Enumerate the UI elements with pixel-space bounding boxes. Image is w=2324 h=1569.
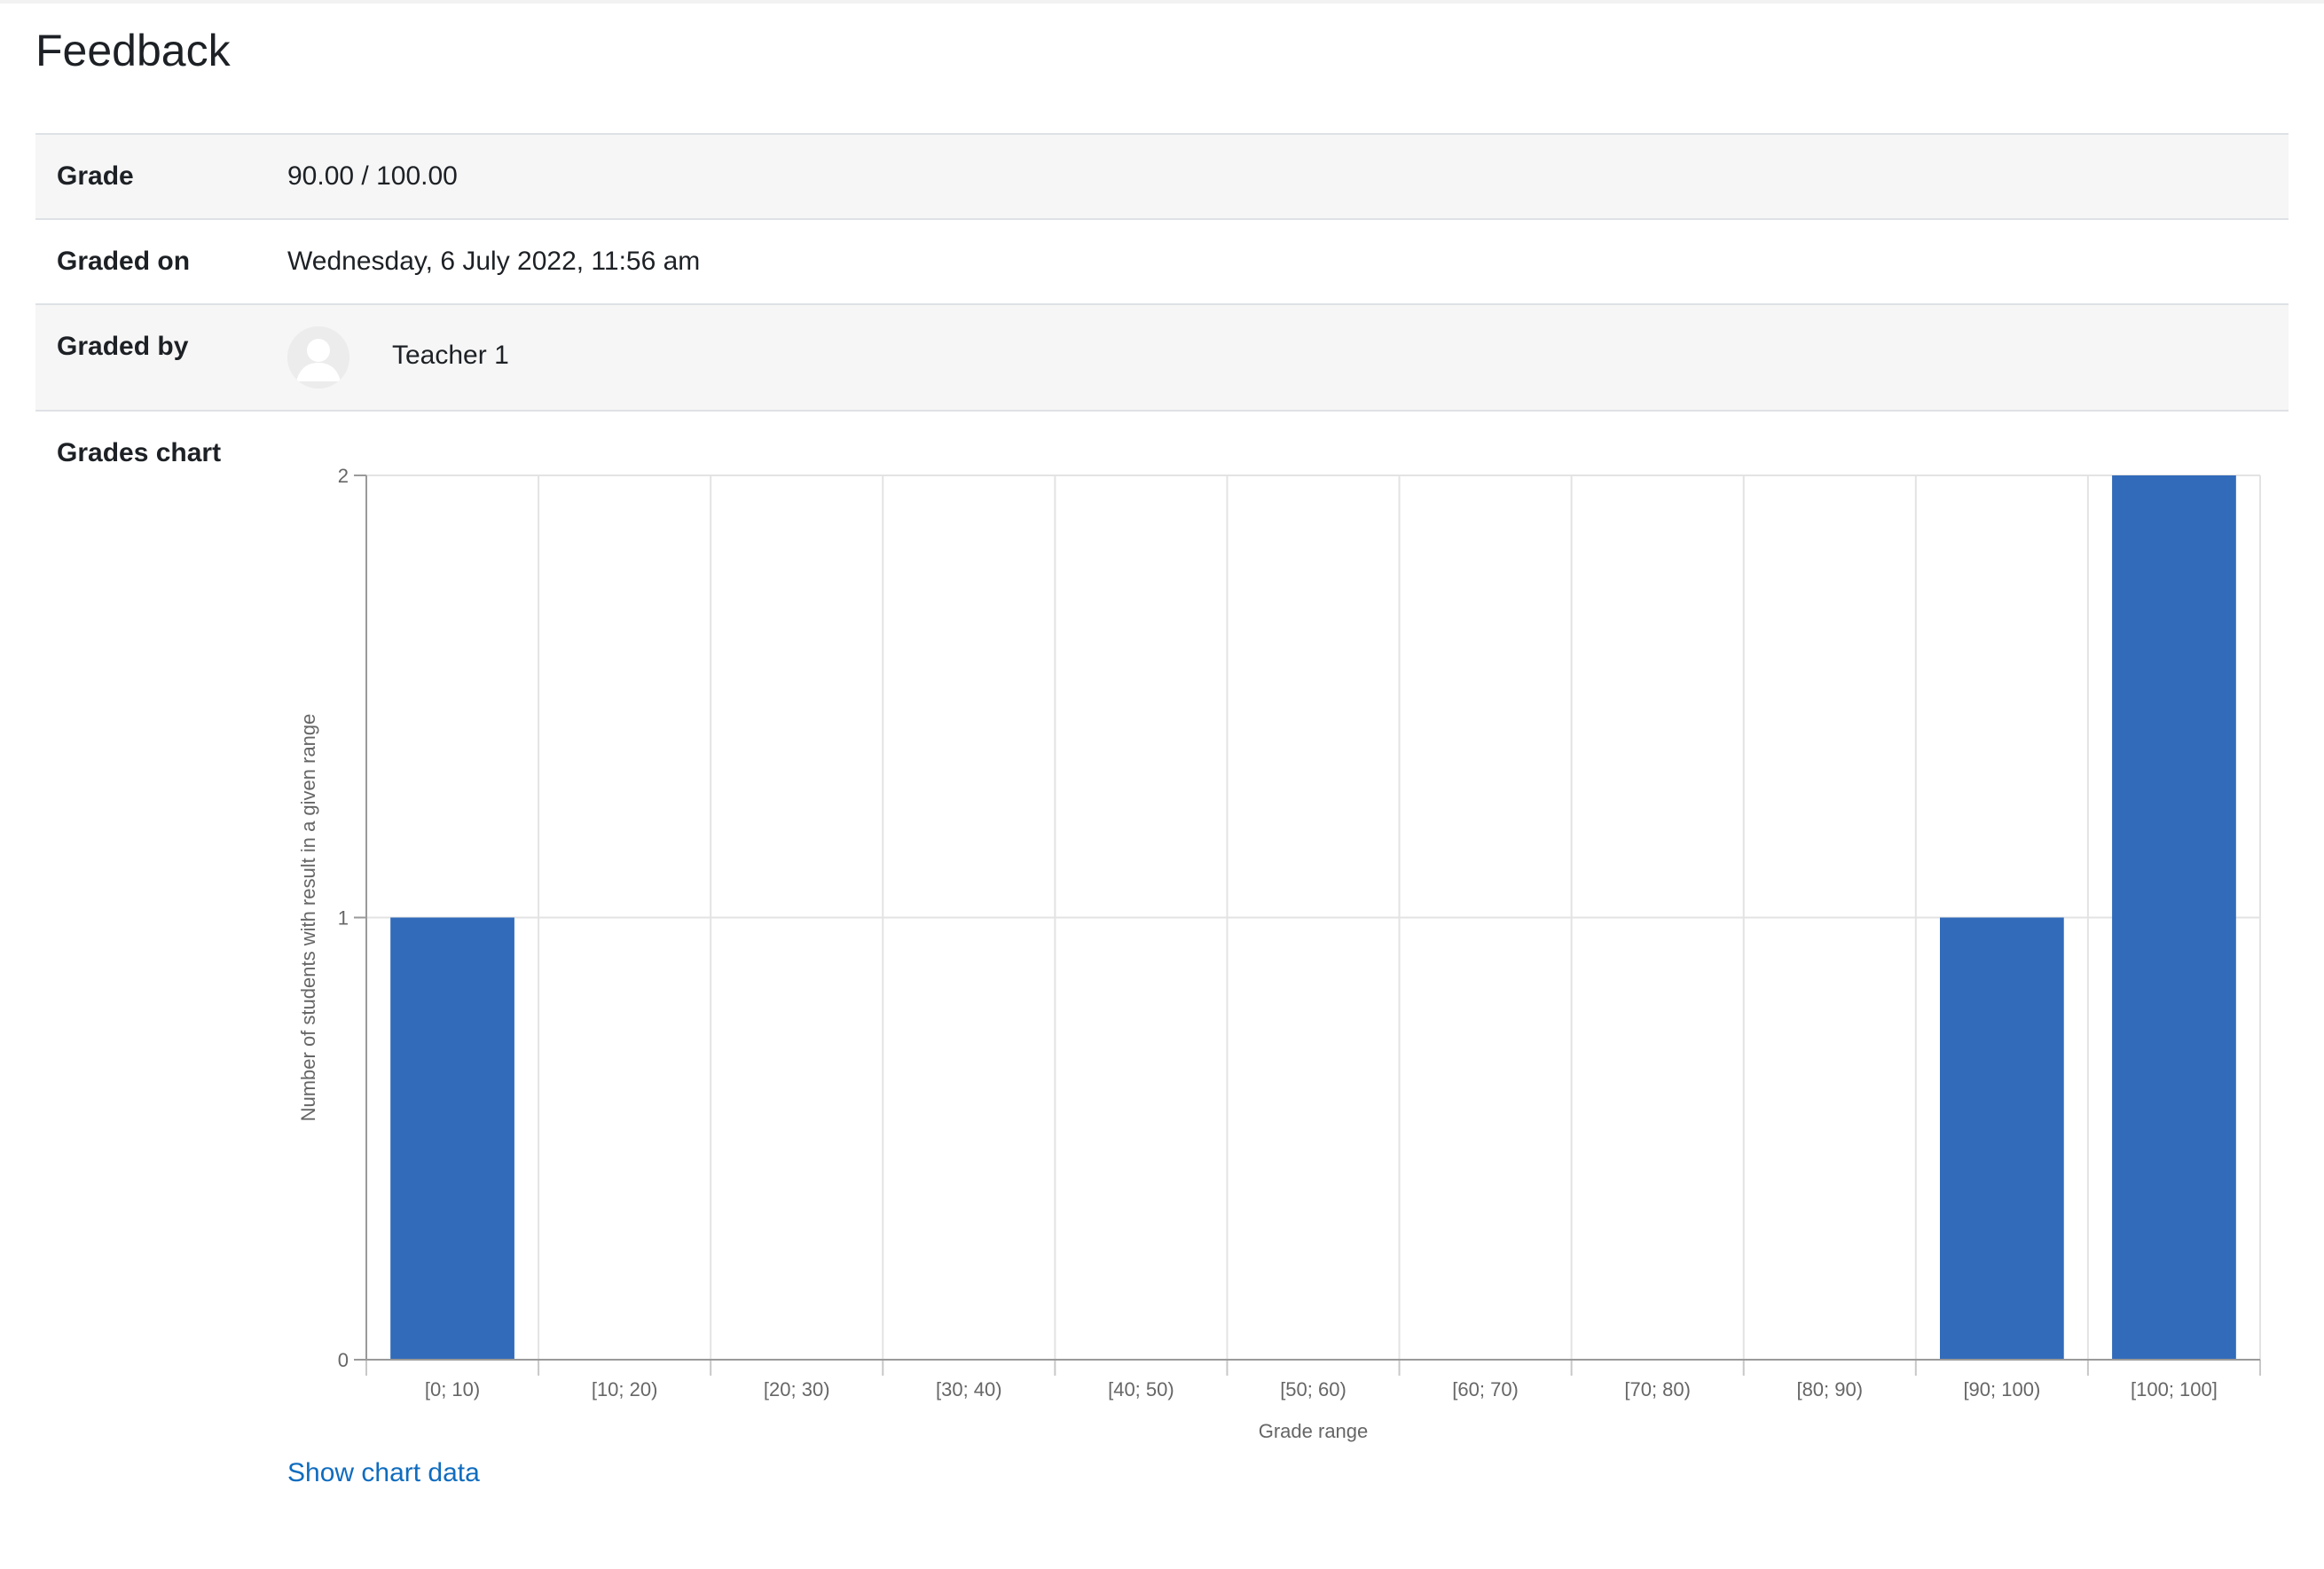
x-tick-label: [70; 80): [1624, 1378, 1691, 1400]
teacher-name-link[interactable]: Teacher 1: [392, 341, 509, 371]
user-avatar-icon[interactable]: [287, 326, 349, 388]
grade-row: Grade 90.00 / 100.00: [35, 135, 2289, 220]
graded-on-label: Graded on: [57, 247, 191, 276]
grade-value: 90.00 / 100.00: [287, 161, 458, 191]
y-axis-title: Number of students with result in a give…: [297, 714, 319, 1122]
x-tick-label: [60; 70): [1452, 1378, 1519, 1400]
x-tick-label: [90; 100): [1963, 1378, 2040, 1400]
x-tick-label: [30; 40): [936, 1378, 1002, 1400]
graded-by-row: Graded by Teacher 1: [35, 305, 2289, 412]
y-tick-label: 1: [338, 907, 349, 930]
top-border: [0, 0, 2324, 4]
y-tick-label: 0: [338, 1349, 349, 1371]
user-silhouette-icon: [287, 326, 349, 388]
graded-on-row: Graded on Wednesday, 6 July 2022, 11:56 …: [35, 220, 2289, 305]
x-tick-label: [40; 50): [1108, 1378, 1174, 1400]
page-title: Feedback: [35, 26, 231, 75]
grade-label: Grade: [57, 161, 134, 191]
show-chart-data-link[interactable]: Show chart data: [287, 1458, 480, 1488]
x-tick-label: [20; 30): [764, 1378, 830, 1400]
x-tick-label: [10; 20): [592, 1378, 658, 1400]
x-tick-label: [50; 60): [1280, 1378, 1347, 1400]
x-tick-label: [0; 10): [425, 1378, 480, 1400]
y-tick-label: 2: [338, 465, 349, 487]
x-tick-label: [100; 100]: [2131, 1378, 2218, 1400]
grades-chart-row: Grades chart 0 1 2 [0; 10) [10; 20) [20; 30)[…: [35, 412, 2289, 1547]
x-axis-title: Grade range: [1259, 1420, 1369, 1442]
bar-10: [2112, 475, 2236, 1360]
grades-chart-container: 0 1 2 [0; 10) [10; 20) [20; 30) [30; 40) [40; 5…: [35, 412, 2289, 1565]
grades-bar-chart: 0 1 2 [0; 10) [10; 20) [20; 30) [30; 40) [40; 5…: [297, 465, 2261, 1442]
graded-on-value: Wednesday, 6 July 2022, 11:56 am: [287, 247, 701, 276]
bar-9: [1939, 917, 2064, 1360]
feedback-table: Grade 90.00 / 100.00 Graded on Wednesday…: [35, 133, 2289, 1547]
x-tick-label: [80; 90): [1796, 1378, 1863, 1400]
graded-by-label: Graded by: [57, 332, 189, 361]
bar-0: [390, 917, 514, 1360]
